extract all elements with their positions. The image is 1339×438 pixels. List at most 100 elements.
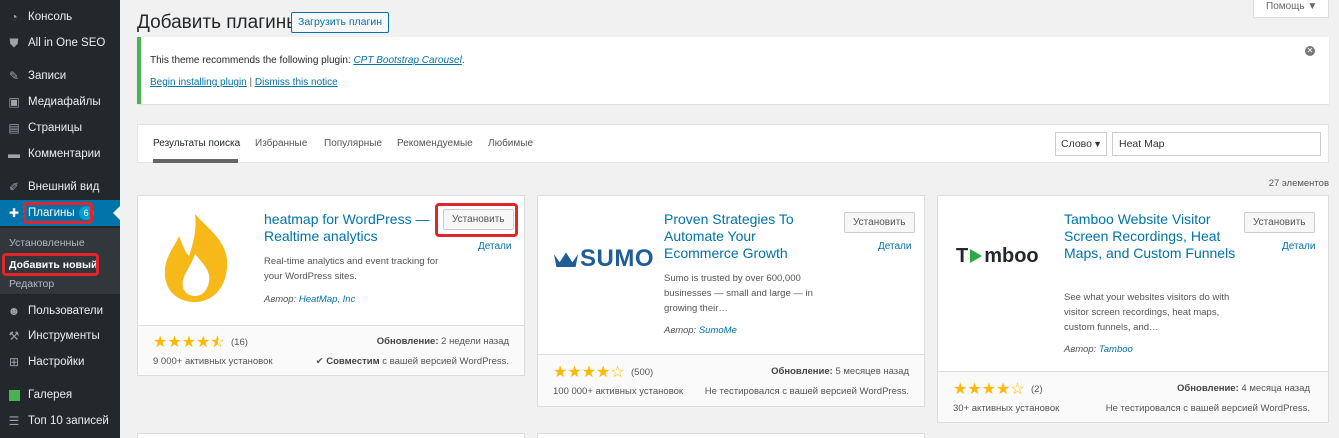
tab-popular[interactable]: Популярные [324, 138, 382, 149]
compatibility: Не тестировался с вашей версией WordPres… [704, 386, 909, 397]
heatmap-logo [155, 210, 251, 306]
star-filled-icon: ★ [953, 381, 968, 398]
plugin-author: Автор: HeatMap, Inc [264, 294, 356, 305]
media-icon: ▣ [8, 95, 20, 109]
sidebar-item-media[interactable]: ▣ Медиафайлы [0, 89, 120, 115]
dismiss-notice-link[interactable]: Dismiss this notice [255, 77, 338, 88]
play-icon [970, 249, 983, 263]
close-icon[interactable]: ✕ [1305, 46, 1315, 56]
list-icon: ☰ [8, 414, 20, 428]
search-input[interactable] [1112, 132, 1321, 156]
submenu-editor[interactable]: Редактор [9, 278, 54, 290]
details-link[interactable]: Детали [878, 241, 911, 252]
gallery-icon [7, 388, 21, 402]
author-link[interactable]: HeatMap, Inc [299, 294, 356, 305]
shield-icon: ⛊ [9, 35, 19, 50]
plugin-title-link[interactable]: Tamboo Website Visitor Screen Recordings… [1064, 211, 1236, 262]
star-empty-icon: ☆ [1010, 381, 1025, 398]
search-type-select[interactable]: Слово ▼ [1055, 132, 1107, 156]
sidebar-item-appearance[interactable]: ✐ Внешний вид [0, 174, 120, 200]
sidebar-item-seo[interactable]: ⛊ All in One SEO [0, 30, 120, 56]
rating-count: (500) [631, 367, 654, 378]
details-link[interactable]: Детали [478, 241, 511, 252]
sidebar-item-top10[interactable]: ☰ Топ 10 записей [0, 408, 120, 434]
tab-favorites[interactable]: Любимые [488, 138, 533, 149]
rating-count: (16) [231, 337, 248, 348]
star-half-icon: ☆ ★ [210, 334, 225, 351]
brush-icon: ✐ [8, 180, 20, 194]
card-footer: ★★★★☆ (500) Обновление: 5 месяцев назад … [538, 354, 924, 406]
star-filled-icon: ★ [153, 334, 168, 351]
plugin-card-partial [537, 433, 925, 438]
star-rating: ★★★★☆ ★ [153, 332, 225, 352]
help-tab-button[interactable]: Помощь ▼ [1253, 0, 1329, 18]
highlight-add-new [2, 253, 99, 276]
plugin-author: Автор: SumoMe [664, 325, 737, 336]
details-link[interactable]: Детали [1282, 241, 1315, 252]
tab-recommended[interactable]: Рекомендуемые [397, 138, 473, 149]
plugin-description: See what your websites visitors do with … [1064, 292, 1230, 333]
upload-plugin-button[interactable]: Загрузить плагин [291, 12, 390, 33]
page-title: Добавить плагины [137, 12, 300, 33]
sumo-logo: SUMO [554, 244, 654, 274]
star-rating: ★★★★☆ [553, 362, 625, 382]
star-filled-icon: ★ [553, 364, 568, 381]
plugin-icon: ✚ [8, 206, 20, 220]
notice-message: This theme recommends the following plug… [150, 55, 465, 66]
rating-count: (2) [1031, 384, 1043, 395]
compatibility: Не тестировался с вашей версией WordPres… [1105, 403, 1310, 414]
sidebar-item-gallery[interactable]: Галерея [0, 382, 120, 408]
star-filled-icon: ★ [167, 334, 182, 351]
active-installs: 9 000+ активных установок [153, 356, 273, 367]
crown-icon [554, 252, 578, 267]
plugin-recommendation-notice: This theme recommends the following plug… [137, 37, 1329, 104]
install-button[interactable]: Установить [1244, 212, 1315, 233]
highlight-install [435, 203, 518, 237]
active-installs: 100 000+ активных установок [553, 386, 684, 397]
star-filled-icon: ★ [996, 381, 1011, 398]
tools-icon: ⚒ [8, 329, 20, 343]
pages-icon: ▤ [8, 121, 20, 135]
last-updated: Обновление: 4 месяца назад [1177, 383, 1310, 394]
star-filled-icon: ★ [967, 381, 982, 398]
plugin-title-link[interactable]: heatmap for WordPress — Realtime analyti… [264, 211, 432, 245]
plugin-description: Real-time analytics and event tracking f… [264, 256, 439, 282]
plugin-description: Sumo is trusted by over 600,000 business… [664, 273, 813, 314]
sidebar-item-settings[interactable]: ⊞ Настройки [0, 349, 120, 375]
begin-installing-link[interactable]: Begin installing plugin [150, 77, 247, 88]
recommended-plugin-link[interactable]: CPT Bootstrap Carousel [353, 55, 461, 66]
sidebar-item-tools[interactable]: ⚒ Инструменты [0, 323, 120, 349]
card-footer: ★★★★☆ ★ (16) Обновление: 2 недели назад 9… [138, 325, 524, 375]
star-filled-icon: ★ [567, 364, 582, 381]
plugin-author: Автор: Tamboo [1064, 344, 1133, 355]
star-filled-icon: ★ [596, 364, 611, 381]
author-link[interactable]: Tamboo [1099, 344, 1133, 355]
star-empty-icon: ☆ [610, 364, 625, 381]
submenu-installed[interactable]: Установленные [9, 237, 85, 249]
tab-search-results[interactable]: Результаты поиска [153, 138, 240, 149]
sidebar-item-posts[interactable]: ✎ Записи [0, 63, 120, 89]
sidebar-item-dashboard[interactable]: ◔ Консоль [0, 4, 120, 30]
sidebar-item-comments[interactable]: ▬ Комментарии [0, 141, 120, 167]
star-rating: ★★★★☆ [953, 379, 1025, 399]
plugin-title-link[interactable]: Proven Strategies To Automate Your Ecomm… [664, 211, 834, 262]
plugin-card-partial [137, 433, 525, 438]
tamboo-logo: Tmboo [956, 244, 1039, 267]
settings-icon: ⊞ [8, 355, 20, 369]
last-updated: Обновление: 5 месяцев назад [771, 366, 909, 377]
notice-actions: Begin installing plugin | Dismiss this n… [150, 77, 338, 88]
active-installs: 30+ активных установок [953, 403, 1060, 414]
check-icon: ✔ [315, 356, 324, 367]
install-button[interactable]: Установить [844, 212, 915, 233]
compatibility: ✔ Совместим с вашей версией WordPress. [315, 356, 509, 367]
results-count: 27 элементов [1268, 178, 1329, 189]
tab-featured[interactable]: Избранные [255, 138, 307, 149]
pin-icon: ✎ [8, 69, 20, 83]
star-filled-icon: ★ [181, 334, 197, 351]
author-link[interactable]: SumoMe [699, 325, 737, 336]
sidebar-item-pages[interactable]: ▤ Страницы [0, 115, 120, 141]
plugin-card-heatmap: heatmap for WordPress — Realtime analyti… [137, 195, 525, 376]
card-footer: ★★★★☆ (2) Обновление: 4 месяца назад 30+… [938, 371, 1328, 422]
star-filled-icon: ★ [581, 364, 597, 381]
sidebar-item-users[interactable]: ☻ Пользователи [0, 298, 120, 324]
